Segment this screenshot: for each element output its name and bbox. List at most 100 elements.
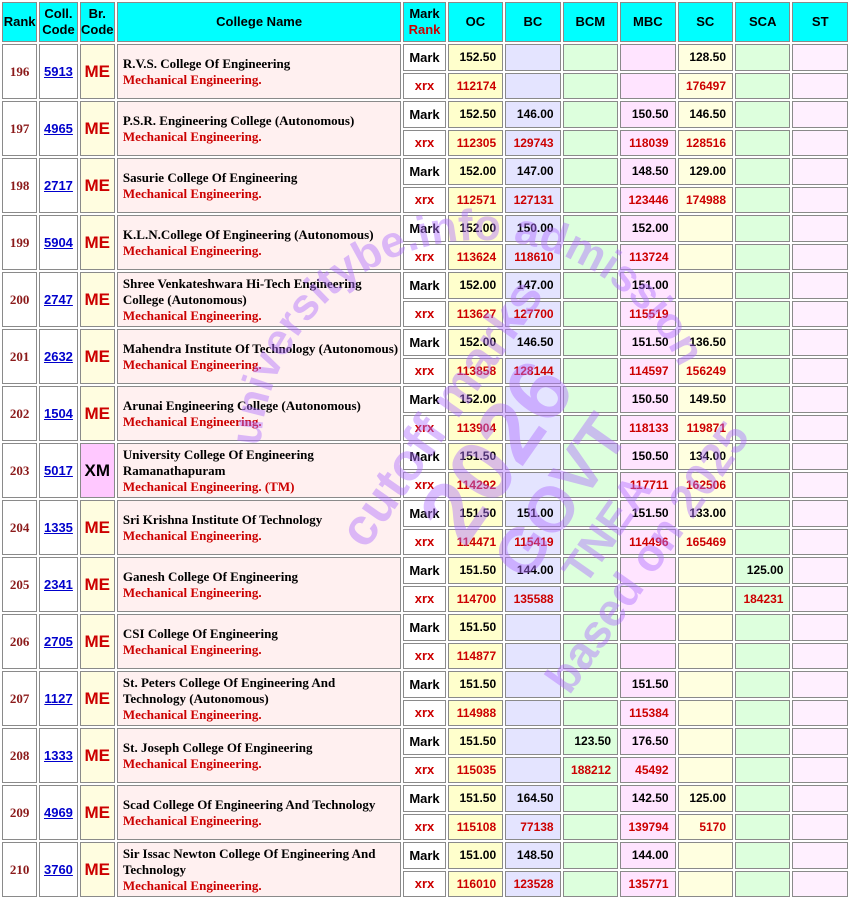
- mark-sc: 129.00: [677, 158, 734, 185]
- branch-code-cell: ME: [79, 158, 115, 213]
- college-code-link[interactable]: 1335: [44, 520, 73, 535]
- rank-mbc: 115519: [620, 300, 676, 327]
- rank-st: [792, 813, 848, 840]
- rank-sca: [735, 72, 791, 99]
- mark-bcm: [562, 671, 619, 698]
- rank-cell: 205: [2, 557, 38, 612]
- table-row: 204 1335 ME Sri Krishna Institute Of Techno…: [2, 500, 848, 555]
- rank-oc: 112305: [447, 129, 504, 156]
- mark-mbc: 150.50: [620, 443, 676, 470]
- mark-mbc: 142.50: [620, 785, 676, 812]
- branch-code-cell: ME: [79, 329, 115, 384]
- rank-bcm: [562, 129, 619, 156]
- rank-cell: 200: [2, 272, 38, 327]
- college-code-link[interactable]: 5904: [44, 235, 73, 250]
- mark-sca: [735, 272, 791, 299]
- college-code-link[interactable]: 2717: [44, 178, 73, 193]
- header-mark-rank: Mark Rank: [403, 2, 446, 42]
- college-code-cell: 5017: [39, 443, 78, 498]
- mark-oc: 151.50: [447, 500, 504, 527]
- rank-cell: 209: [2, 785, 38, 840]
- mark-bc: [505, 44, 561, 71]
- rank-sca: [735, 243, 791, 270]
- rank-oc: 115108: [447, 813, 504, 840]
- rank-cell: 206: [2, 614, 38, 669]
- college-name-cell: R.V.S. College Of Engineering Mechanical …: [116, 44, 402, 99]
- rank-sc: [677, 585, 734, 612]
- college-code-link[interactable]: 2747: [44, 292, 73, 307]
- header-sca: SCA: [735, 2, 791, 42]
- mark-label: Mark: [403, 215, 446, 242]
- rank-label: xrx: [403, 300, 446, 327]
- mark-sca: [735, 443, 791, 470]
- branch-name: Mechanical Engineering.: [122, 877, 262, 893]
- rank-label: xrx: [403, 813, 446, 840]
- college-code-link[interactable]: 5913: [44, 64, 73, 79]
- college-code-link[interactable]: 2632: [44, 349, 73, 364]
- college-code-link[interactable]: 5017: [44, 463, 73, 478]
- college-code-link[interactable]: 4965: [44, 121, 73, 136]
- college-code-link[interactable]: 1504: [44, 406, 73, 421]
- mark-oc: 151.50: [447, 728, 504, 755]
- table-row: 200 2747 ME Shree Venkateshwara Hi-Tech Eng…: [2, 272, 848, 327]
- rank-oc: 115035: [447, 756, 504, 783]
- rank-sc: 162506: [677, 471, 734, 498]
- mark-sca: 125.00: [735, 557, 791, 584]
- table-row: 209 4969 ME Scad College Of Engineering And…: [2, 785, 848, 840]
- rank-bc: 118610: [505, 243, 561, 270]
- college-code-link[interactable]: 1333: [44, 748, 73, 763]
- rank-mbc: 115384: [620, 699, 676, 726]
- rank-oc: 114471: [447, 528, 504, 555]
- rank-sc: 176497: [677, 72, 734, 99]
- college-name: P.S.R. Engineering College (Autonomous): [122, 112, 355, 128]
- mark-oc: 152.00: [447, 329, 504, 356]
- college-code-cell: 2747: [39, 272, 78, 327]
- rank-oc: 114988: [447, 699, 504, 726]
- rank-label: xrx: [403, 129, 446, 156]
- college-code-link[interactable]: 1127: [44, 691, 72, 706]
- mark-bcm: [562, 272, 619, 299]
- branch-name: Mechanical Engineering.: [122, 413, 262, 429]
- rank-st: [792, 300, 848, 327]
- mark-bcm: [562, 215, 619, 242]
- mark-sca: [735, 101, 791, 128]
- rank-bc: 123528: [505, 870, 561, 897]
- college-name: University College Of Engineering Ramana…: [122, 446, 314, 478]
- college-code-link[interactable]: 4969: [44, 805, 73, 820]
- college-name-cell: Shree Venkateshwara Hi-Tech Engineering …: [116, 272, 402, 327]
- branch-code-cell: ME: [79, 728, 115, 783]
- mark-bc: [505, 443, 561, 470]
- mark-st: [792, 443, 848, 470]
- rank-cell: 199: [2, 215, 38, 270]
- rank-bcm: [562, 870, 619, 897]
- table-row: 201 2632 ME Mahendra Institute Of Technolog…: [2, 329, 848, 384]
- header-college-name: College Name: [116, 2, 402, 42]
- mark-oc: 151.50: [447, 557, 504, 584]
- mark-sc: 146.50: [677, 101, 734, 128]
- college-code-cell: 2632: [39, 329, 78, 384]
- branch-name: Mechanical Engineering.: [122, 755, 262, 771]
- table-row: 197 4965 ME P.S.R. Engineering College (Aut…: [2, 101, 848, 156]
- rank-bc: 129743: [505, 129, 561, 156]
- mark-bc: 147.00: [505, 272, 561, 299]
- rank-sca: [735, 699, 791, 726]
- mark-label: Mark: [403, 785, 446, 812]
- mark-bc: 147.00: [505, 158, 561, 185]
- rank-cell: 196: [2, 44, 38, 99]
- college-code-link[interactable]: 2705: [44, 634, 73, 649]
- mark-st: [792, 215, 848, 242]
- rank-st: [792, 870, 848, 897]
- mark-bcm: [562, 386, 619, 413]
- college-code-link[interactable]: 2341: [44, 577, 73, 592]
- mark-sca: [735, 158, 791, 185]
- college-code-link[interactable]: 3760: [44, 862, 73, 877]
- college-name-cell: Arunai Engineering College (Autonomous) M…: [116, 386, 402, 441]
- rank-sc: 5170: [677, 813, 734, 840]
- rank-bc: [505, 471, 561, 498]
- mark-bcm: [562, 101, 619, 128]
- header-mark: Mark: [409, 6, 440, 21]
- rank-label: xrx: [403, 72, 446, 99]
- rank-st: [792, 72, 848, 99]
- rank-st: [792, 357, 848, 384]
- header-oc: OC: [447, 2, 504, 42]
